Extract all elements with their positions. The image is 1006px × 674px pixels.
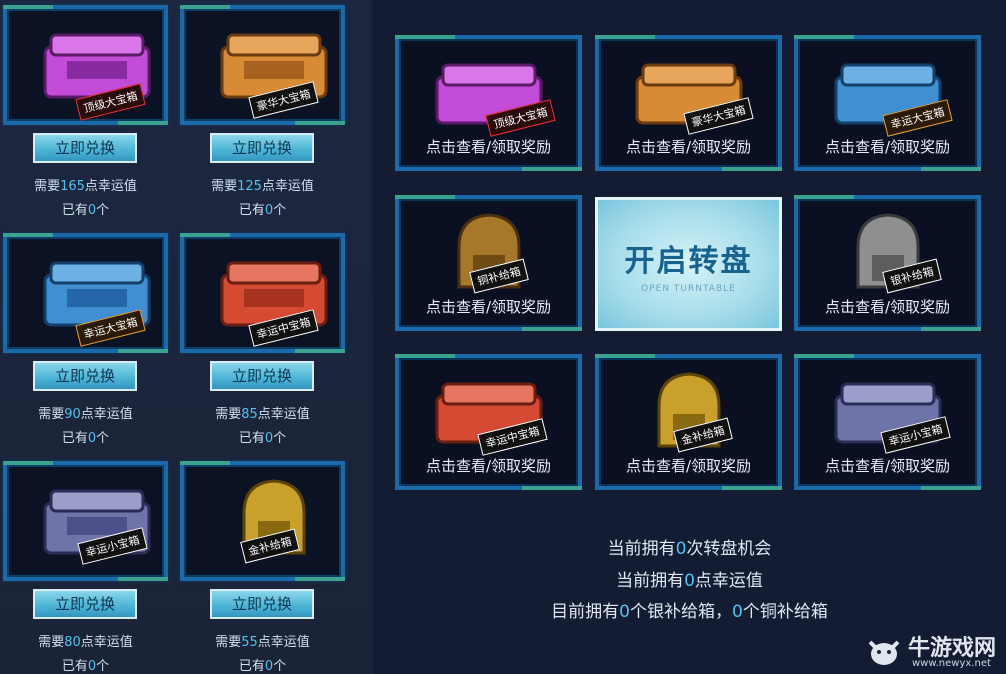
luck-requirement: 需要55点幸运值 xyxy=(215,635,310,650)
exchange-item-lucky-large-chest: 幸运大宝箱 立即兑换 需要90点幸运值 已有0个 xyxy=(3,233,168,458)
luck-requirement: 需要90点幸运值 xyxy=(38,407,133,422)
luck-points-line: 当前拥有0点幸运值 xyxy=(616,571,763,591)
exchange-card: 幸运中宝箱 xyxy=(180,233,345,353)
luck-requirement: 需要85点幸运值 xyxy=(215,407,310,422)
exchange-card: 幸运大宝箱 xyxy=(3,233,168,353)
exchange-item-deluxe-chest: 豪华大宝箱 立即兑换 需要125点幸运值 已有0个 xyxy=(180,5,345,230)
owned-count: 已有0个 xyxy=(61,203,110,218)
open-turntable-button[interactable]: 开启转盘 OPEN TURNTABLE xyxy=(595,197,782,331)
reward-caption: 点击查看/领取奖励 xyxy=(425,138,552,156)
reward-caption: 点击查看/领取奖励 xyxy=(824,298,951,316)
owned-count: 已有0个 xyxy=(238,203,287,218)
reward-caption: 点击查看/领取奖励 xyxy=(824,457,951,475)
owned-count: 已有0个 xyxy=(61,659,110,674)
luck-requirement: 需要125点幸运值 xyxy=(211,179,314,194)
reward-card-top-chest[interactable]: 顶级大宝箱 点击查看/领取奖励 xyxy=(395,35,582,171)
reward-card-gold-supply-box[interactable]: 金补给箱 点击查看/领取奖励 xyxy=(595,354,782,490)
reward-card-lucky-medium-chest[interactable]: 幸运中宝箱 点击查看/领取奖励 xyxy=(395,354,582,490)
reward-caption: 点击查看/领取奖励 xyxy=(425,298,552,316)
owned-count: 已有0个 xyxy=(238,659,287,674)
turntable-subtitle: OPEN TURNTABLE xyxy=(641,284,736,294)
reward-card-deluxe-chest[interactable]: 豪华大宝箱 点击查看/领取奖励 xyxy=(595,35,782,171)
reward-card-lucky-large-chest[interactable]: 幸运大宝箱 点击查看/领取奖励 xyxy=(794,35,981,171)
owned-count: 已有0个 xyxy=(238,431,287,446)
exchange-card: 豪华大宝箱 xyxy=(180,5,345,125)
reward-card-silver-supply-box[interactable]: 银补给箱 点击查看/领取奖励 xyxy=(794,195,981,331)
redeem-button[interactable]: 立即兑换 xyxy=(210,133,314,163)
luck-requirement: 需要165点幸运值 xyxy=(34,179,137,194)
reward-caption: 点击查看/领取奖励 xyxy=(625,138,752,156)
spin-chances-line: 当前拥有0次转盘机会 xyxy=(607,539,772,559)
redeem-button[interactable]: 立即兑换 xyxy=(210,589,314,619)
redeem-button[interactable]: 立即兑换 xyxy=(33,361,137,391)
exchange-card: 金补给箱 xyxy=(180,461,345,581)
rewards-panel: 顶级大宝箱 点击查看/领取奖励 豪华大宝箱 点击查看/领取奖励 幸运大宝箱 点击… xyxy=(373,0,1006,674)
exchange-panel: 顶级大宝箱 立即兑换 需要165点幸运值 已有0个 豪华大宝箱 立即兑换 需要1… xyxy=(0,0,370,674)
watermark-url: www.newyx.net xyxy=(912,658,991,669)
exchange-item-lucky-small-chest: 幸运小宝箱 立即兑换 需要80点幸运值 已有0个 xyxy=(3,461,168,674)
reward-caption: 点击查看/领取奖励 xyxy=(625,457,752,475)
redeem-button[interactable]: 立即兑换 xyxy=(33,589,137,619)
owned-count: 已有0个 xyxy=(61,431,110,446)
supply-box-count-line: 目前拥有0个银补给箱，0个铜补给箱 xyxy=(551,602,828,622)
reward-card-lucky-small-chest[interactable]: 幸运小宝箱 点击查看/领取奖励 xyxy=(794,354,981,490)
redeem-button[interactable]: 立即兑换 xyxy=(33,133,137,163)
exchange-card: 顶级大宝箱 xyxy=(3,5,168,125)
luck-requirement: 需要80点幸运值 xyxy=(38,635,133,650)
exchange-item-top-chest: 顶级大宝箱 立即兑换 需要165点幸运值 已有0个 xyxy=(3,5,168,230)
turntable-title: 开启转盘 xyxy=(624,244,753,279)
reward-caption: 点击查看/领取奖励 xyxy=(824,138,951,156)
site-watermark: 牛游戏网 www.newyx.net xyxy=(862,630,1006,672)
cow-logo-icon xyxy=(868,640,900,665)
reward-caption: 点击查看/领取奖励 xyxy=(425,457,552,475)
exchange-item-gold-supply-box: 金补给箱 立即兑换 需要55点幸运值 已有0个 xyxy=(180,461,345,674)
exchange-item-lucky-medium-chest: 幸运中宝箱 立即兑换 需要85点幸运值 已有0个 xyxy=(180,233,345,458)
redeem-button[interactable]: 立即兑换 xyxy=(210,361,314,391)
reward-card-copper-supply-box[interactable]: 铜补给箱 点击查看/领取奖励 xyxy=(395,195,582,331)
exchange-card: 幸运小宝箱 xyxy=(3,461,168,581)
